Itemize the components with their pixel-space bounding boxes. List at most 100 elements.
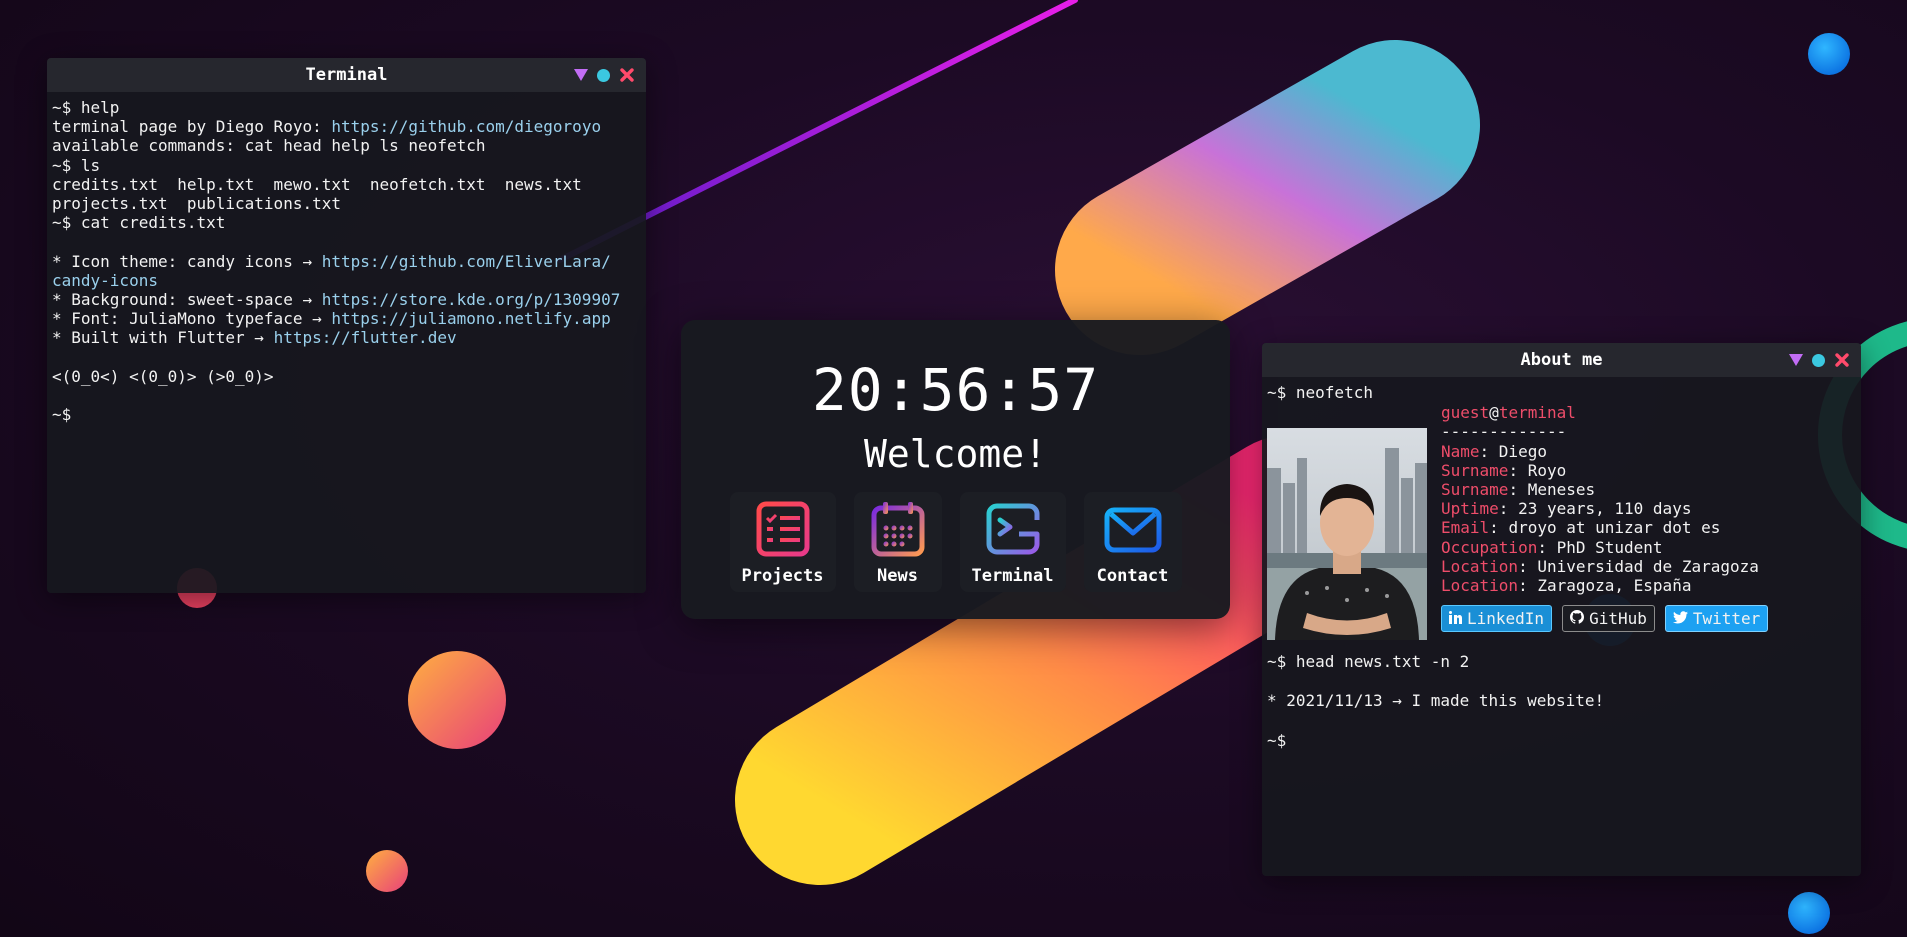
terminal-link[interactable]: https://flutter.dev	[274, 328, 457, 347]
info-field: Name: Diego	[1441, 441, 1547, 461]
app-launcher-row: Projects News Terminal Contact	[681, 492, 1230, 592]
terminal-link[interactable]: https://juliamono.netlify.app	[331, 309, 610, 328]
field-value: Royo	[1527, 460, 1567, 480]
projects-button[interactable]: Projects	[729, 492, 836, 592]
linkedin-icon	[1449, 609, 1462, 628]
info-field: Email: droyo at unizar dot es	[1441, 518, 1721, 538]
twitter-icon	[1672, 609, 1688, 628]
news-button[interactable]: News	[853, 492, 942, 592]
terminal-text: * Built with Flutter →	[52, 328, 274, 348]
terminal-line: * Background: sweet-space → https://stor…	[52, 290, 641, 309]
field-key: Location	[1441, 556, 1519, 576]
field-value: Universidad de Zaragoza	[1537, 556, 1759, 576]
terminal-line: candy-icons	[52, 271, 641, 290]
clock: 20:56:57	[811, 356, 1100, 424]
terminal-line: ~$ ls	[52, 156, 641, 175]
terminal-text: available commands: cat head help ls neo…	[52, 136, 486, 156]
news-entry: * 2021/11/13 → I made this website!	[1267, 691, 1605, 711]
terminal-button[interactable]: Terminal	[959, 492, 1066, 592]
terminal-text: ~$ help	[52, 98, 120, 117]
projects-label: Projects	[741, 566, 824, 586]
info-fields: Name: Diego Surname: Royo Surname: Meneses…	[1441, 442, 1768, 596]
social-links: LinkedIn GitHub Twitter	[1441, 605, 1769, 633]
close-icon[interactable]	[619, 68, 634, 83]
terminal-text: ~$ cat credits.txt	[52, 213, 226, 233]
terminal-link[interactable]: https://store.kde.org/p/1309907	[322, 290, 621, 309]
info-field: Surname: Meneses	[1441, 479, 1596, 499]
close-icon[interactable]	[1834, 353, 1849, 368]
at-sign: @	[1489, 403, 1499, 423]
calendar-icon	[868, 500, 928, 562]
terminal-output[interactable]: ~$ help terminal page by Diego Royo: http…	[47, 92, 646, 430]
field-value: PhD Student	[1556, 537, 1663, 557]
about-me-window[interactable]: About me ~$ neofetch guest@terminal ----…	[1262, 343, 1861, 876]
terminal-text: <(0_0<) <(0_0)> (>0_0)>	[52, 366, 274, 386]
field-key: Name	[1441, 441, 1480, 461]
field-key: Email	[1441, 518, 1490, 538]
terminal-line: ~$	[52, 405, 641, 424]
terminal-text: * Background: sweet-space →	[52, 290, 322, 310]
twitter-label: Twitter	[1692, 609, 1761, 629]
terminal-line: credits.txt help.txt mewo.txt neofetch.t…	[52, 175, 641, 194]
minimize-icon[interactable]	[573, 68, 588, 83]
terminal-line: ~$ help	[52, 98, 641, 117]
terminal-text: projects.txt publications.txt	[52, 194, 341, 214]
info-field: Uptime: 23 years, 110 days	[1441, 499, 1692, 519]
mail-icon	[1103, 500, 1163, 562]
field-key: Occupation	[1441, 537, 1538, 557]
terminal-line: projects.txt publications.txt	[52, 194, 641, 213]
command-line: ~$ neofetch	[1267, 383, 1373, 402]
terminal-text: credits.txt help.txt mewo.txt neofetch.t…	[52, 174, 582, 194]
github-icon	[1570, 609, 1585, 628]
field-key: Surname	[1441, 460, 1509, 480]
final-prompt: ~$	[1267, 730, 1287, 750]
terminal-link[interactable]: https://github.com/diegoroyo	[331, 117, 601, 136]
info-field: Location: Zaragoza, España	[1441, 575, 1692, 595]
terminal-line: * Built with Flutter → https://flutter.d…	[52, 328, 641, 347]
about-output[interactable]: ~$ neofetch guest@terminal -------------…	[1262, 377, 1861, 756]
linkedin-button[interactable]: LinkedIn	[1441, 605, 1553, 633]
twitter-button[interactable]: Twitter	[1664, 605, 1769, 633]
contact-label: Contact	[1096, 566, 1169, 586]
field-key: Surname	[1441, 479, 1509, 499]
host-name: terminal	[1498, 403, 1576, 423]
launcher-panel: 20:56:57 Welcome! Projects News Terminal…	[681, 320, 1230, 619]
minimize-icon[interactable]	[1788, 353, 1803, 368]
welcome-heading: Welcome!	[863, 432, 1048, 476]
terminal-window[interactable]: Terminal ~$ help terminal page by Diego R…	[47, 58, 646, 593]
terminal-text: * Font: JuliaMono typeface →	[52, 309, 332, 329]
terminal-line: ~$ cat credits.txt	[52, 213, 641, 232]
terminal-label: Terminal	[971, 566, 1054, 586]
github-label: GitHub	[1589, 609, 1647, 629]
field-value: droyo at unizar dot es	[1508, 518, 1721, 538]
field-key: Uptime	[1441, 499, 1499, 519]
field-value: 23 years, 110 days	[1518, 499, 1692, 519]
maximize-icon[interactable]	[596, 68, 611, 83]
projects-icon	[753, 500, 813, 562]
terminal-link[interactable]: candy-icons	[52, 271, 158, 290]
user-host: guest@terminal	[1441, 403, 1768, 422]
github-button[interactable]: GitHub	[1562, 605, 1655, 633]
field-value: Zaragoza, España	[1537, 575, 1692, 595]
separator: -------------	[1441, 422, 1567, 442]
terminal-line: available commands: cat head help ls neo…	[52, 136, 641, 155]
linkedin-label: LinkedIn	[1467, 609, 1545, 629]
head-command: ~$ head news.txt -n 2	[1267, 652, 1470, 672]
avatar	[1267, 428, 1427, 641]
terminal-link[interactable]: https://github.com/EliverLara/	[322, 252, 611, 271]
terminal-text: ~$	[52, 405, 72, 425]
field-value: Diego	[1498, 441, 1547, 461]
window-title: Terminal	[305, 65, 388, 85]
news-label: News	[877, 566, 918, 586]
terminal-icon	[983, 500, 1043, 562]
terminal-text: terminal page by Diego Royo:	[52, 117, 332, 137]
about-titlebar[interactable]: About me	[1262, 343, 1861, 377]
maximize-icon[interactable]	[1811, 353, 1826, 368]
contact-button[interactable]: Contact	[1083, 492, 1182, 592]
terminal-titlebar[interactable]: Terminal	[47, 58, 646, 92]
info-field: Surname: Royo	[1441, 460, 1567, 480]
terminal-line: * Icon theme: candy icons → https://gith…	[52, 252, 641, 271]
terminal-text: * Icon theme: candy icons →	[52, 251, 322, 271]
